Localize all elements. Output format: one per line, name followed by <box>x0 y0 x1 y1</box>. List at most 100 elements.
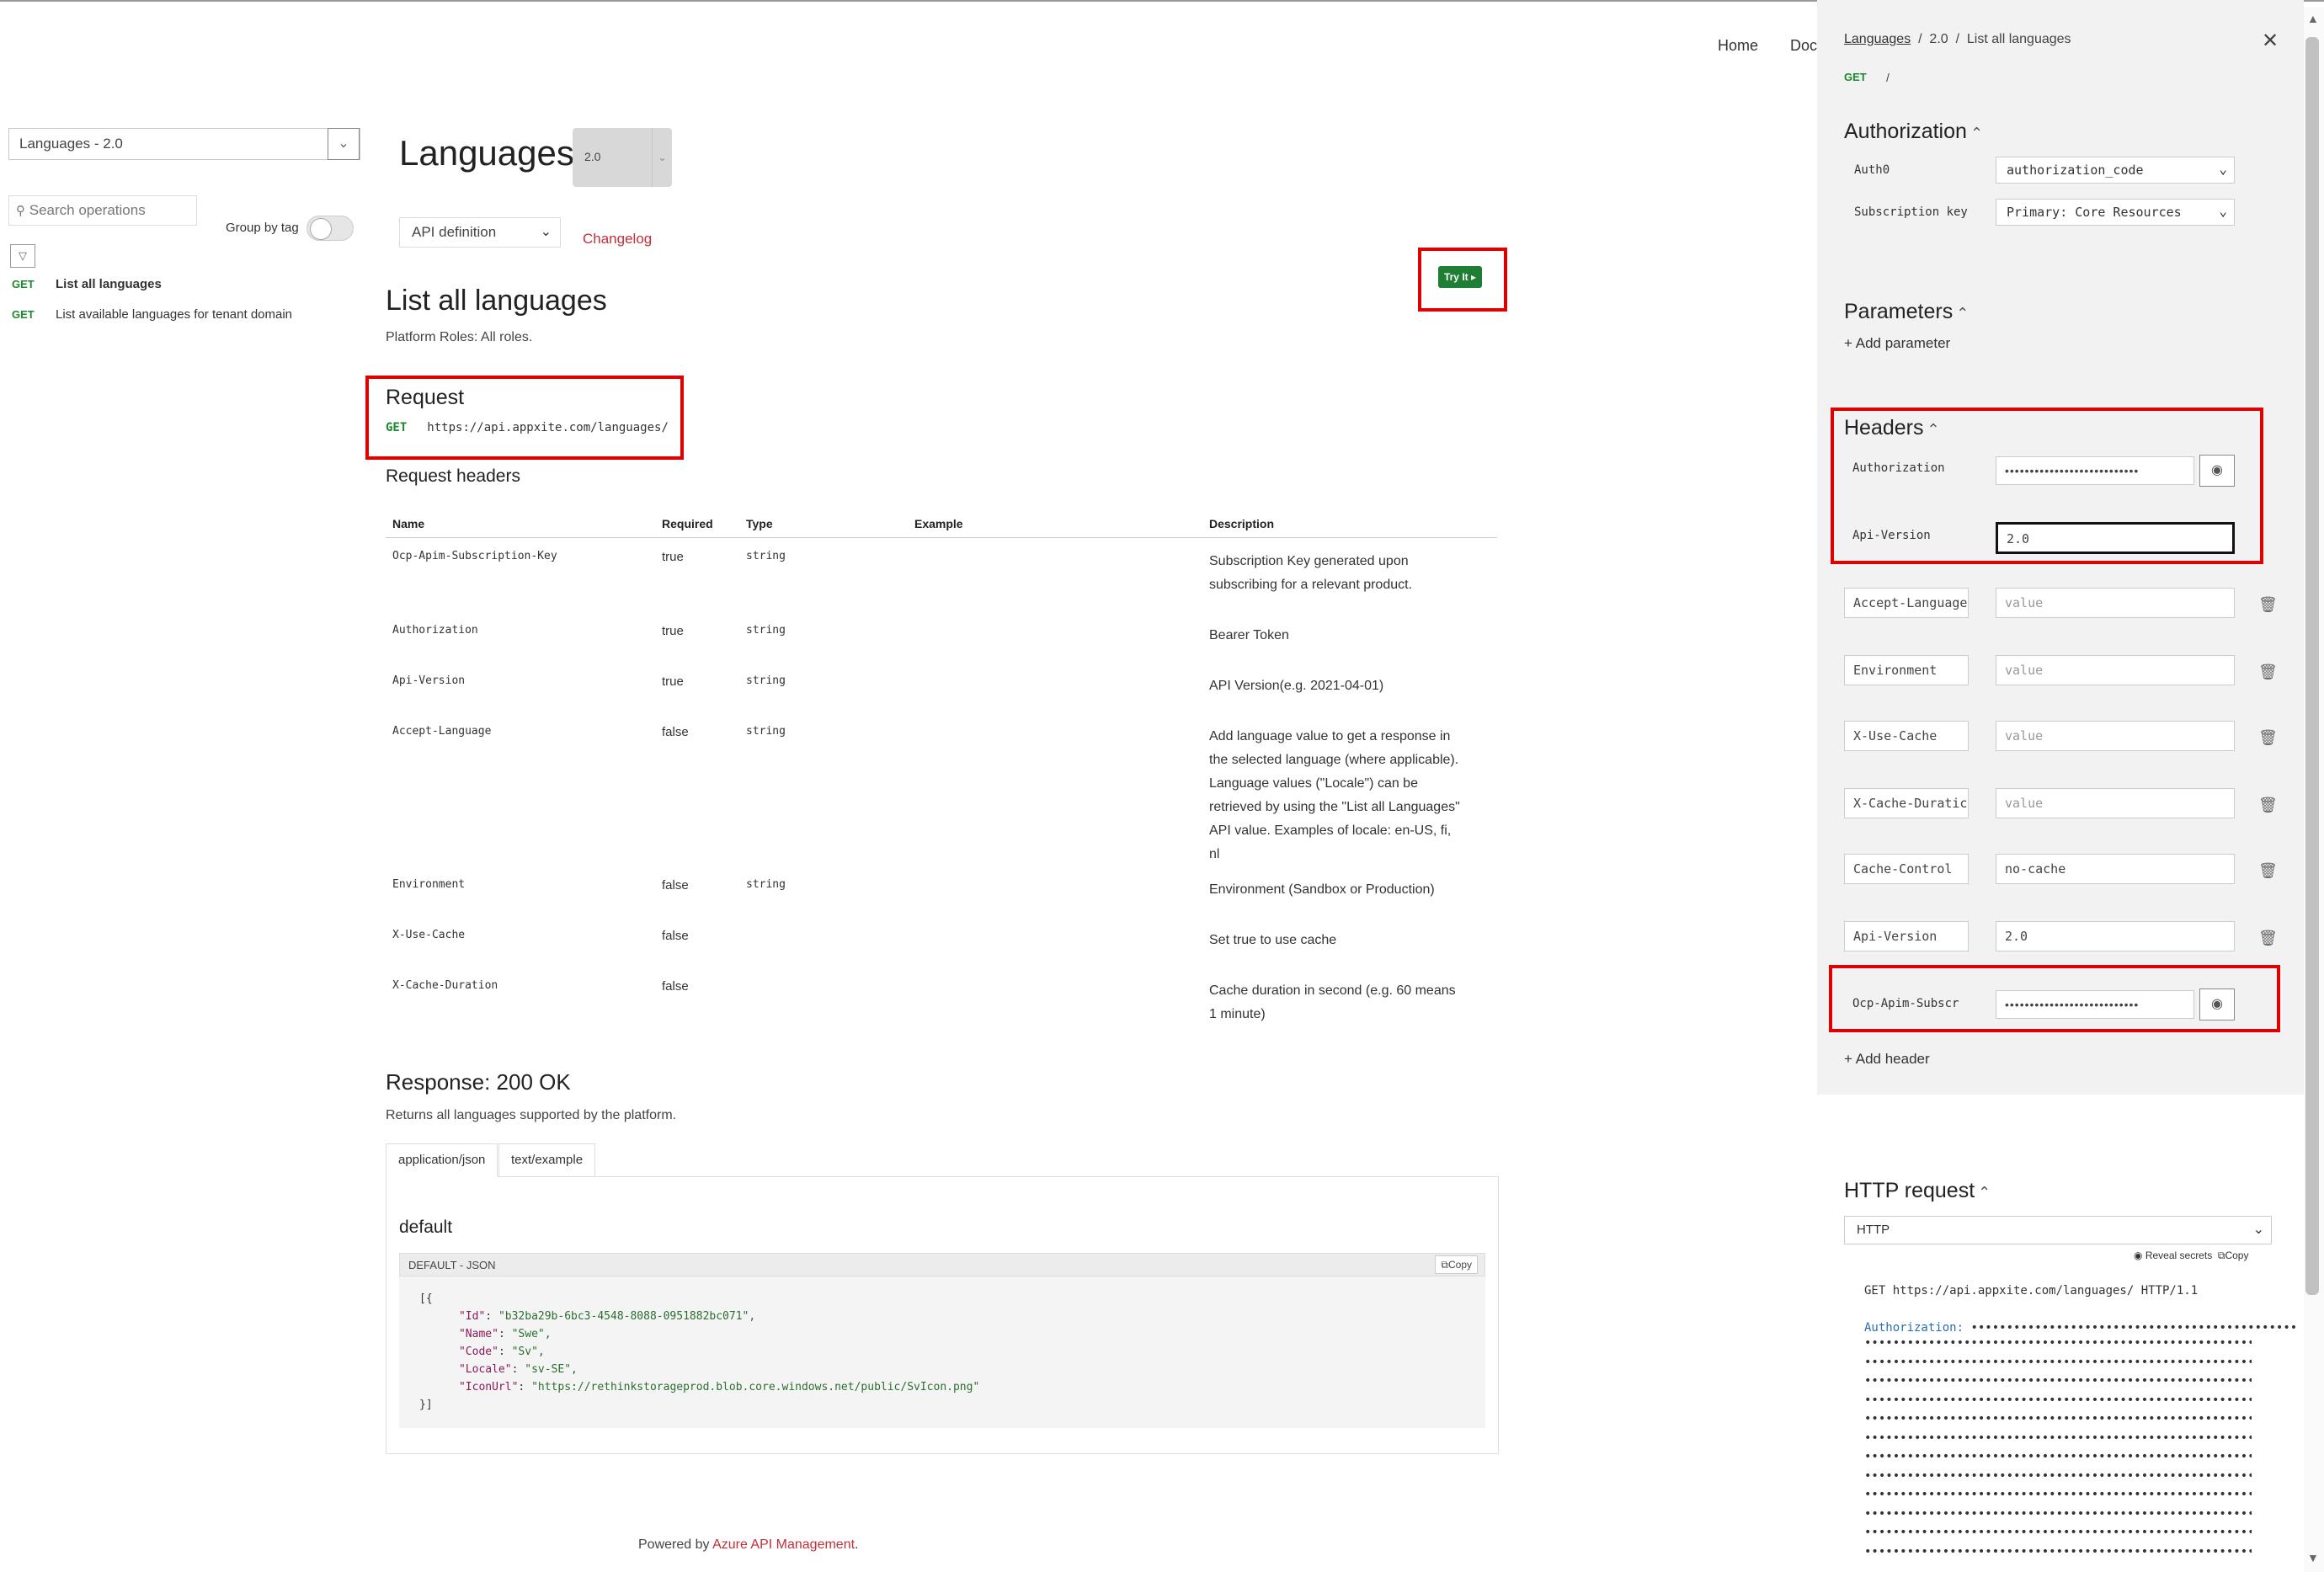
search-placeholder: Search operations <box>29 202 146 218</box>
http-request-line: GET https://api.appxite.com/languages/ H… <box>1864 1284 2199 1298</box>
headers-heading[interactable]: Headers ⌃ <box>1844 416 1940 440</box>
try-it-button[interactable]: Try It ▸ <box>1438 266 1482 288</box>
api-select[interactable]: Languages - 2.0 ⌄ <box>8 128 360 160</box>
http-format-select[interactable]: HTTP ⌄ <box>1844 1216 2272 1244</box>
breadcrumb-languages-link[interactable]: Languages <box>1844 32 1911 46</box>
changelog-link[interactable]: Changelog <box>583 231 652 248</box>
header-value-accept-language[interactable]: value <box>1996 588 2235 618</box>
trash-icon[interactable]: 🗑 <box>2258 729 2278 747</box>
http-request-heading[interactable]: HTTP request ⌃ <box>1844 1179 1991 1203</box>
panel-path: / <box>1886 71 1890 84</box>
azure-api-management-link[interactable]: Azure API Management <box>712 1537 855 1552</box>
scroll-down-icon[interactable]: ▼ <box>2307 1551 2319 1564</box>
header-value-x-use-cache[interactable]: value <box>1996 721 2235 751</box>
header-value-authorization[interactable]: ••••••••••••••••••••••••••• <box>1996 456 2194 485</box>
operation-title: List all languages <box>386 285 607 317</box>
operation-label: List all languages <box>56 277 162 291</box>
column-header: Example <box>908 512 1202 538</box>
api-select-value: Languages - 2.0 <box>19 136 123 152</box>
table-row: Api-Version true string API Version(e.g.… <box>386 663 1497 713</box>
masked-line: ••••••••••••••••••••••••••••••••••••••••… <box>1864 1374 2252 1388</box>
header-key-accept-language[interactable]: Accept-Language <box>1844 588 1969 618</box>
cell-type <box>739 917 908 967</box>
tab-application-json[interactable]: application/json <box>386 1143 498 1177</box>
search-icon: ⚲ <box>16 204 25 218</box>
tab-text-example[interactable]: text/example <box>498 1143 596 1177</box>
cell-required: false <box>662 978 689 994</box>
request-headers-table: Name Required Type Example Description O… <box>386 512 1497 1035</box>
cell-required: false <box>662 877 689 893</box>
request-verb: GET <box>386 421 408 434</box>
version-select[interactable]: 2.0 ⌄ <box>573 128 672 187</box>
subscription-key-label: Subscription key <box>1854 205 1968 219</box>
trash-icon[interactable]: 🗑 <box>2258 862 2278 880</box>
add-parameter-label: Add parameter <box>1855 335 1951 351</box>
header-value-ocp-apim-subscription[interactable]: ••••••••••••••••••••••••••• <box>1996 990 2194 1019</box>
operation-item-list-tenant-languages[interactable]: GET List available languages for tenant d… <box>12 307 292 322</box>
trash-icon[interactable]: 🗑 <box>2258 596 2278 614</box>
masked-line: ••••••••••••••••••••••••••••••••••••••••… <box>1864 1431 2252 1445</box>
header-value-cache-control[interactable]: no-cache <box>1996 854 2235 884</box>
cell-required: true <box>662 550 684 564</box>
chevron-down-icon: ⌄ <box>2252 1223 2264 1237</box>
add-parameter-button[interactable]: + Add parameter <box>1844 335 1950 352</box>
cell-type <box>739 967 908 1035</box>
copy-http-button[interactable]: ⧉Copy <box>2218 1250 2249 1261</box>
reveal-secrets-button[interactable]: ◉ Reveal secrets <box>2134 1250 2212 1261</box>
header-key-cache-control[interactable]: Cache-Control <box>1844 854 1969 884</box>
nav-docs[interactable]: Doc <box>1790 37 1817 54</box>
cell-name: X-Cache-Duration <box>392 978 498 992</box>
eye-icon[interactable]: ◉ <box>2199 455 2235 487</box>
powered-prefix: Powered by <box>638 1537 713 1552</box>
scroll-up-icon[interactable]: ▲ <box>2307 12 2319 25</box>
parameters-heading[interactable]: Parameters ⌃ <box>1844 300 1969 324</box>
operation-item-list-all-languages[interactable]: GET List all languages <box>12 277 162 291</box>
cell-name: Api-Version <box>392 674 466 687</box>
api-definition-select[interactable]: API definition ⌄ <box>399 217 561 248</box>
chevron-down-icon: ⌄ <box>540 225 552 239</box>
eye-icon[interactable]: ◉ <box>2199 988 2235 1020</box>
header-value-api-version[interactable]: 2.0 <box>1996 522 2235 554</box>
code-block-header: DEFAULT - JSON ⧉Copy <box>399 1253 1485 1276</box>
add-header-button[interactable]: + Add header <box>1844 1051 1930 1068</box>
cell-description: API Version(e.g. 2021-04-01) <box>1209 678 1384 693</box>
nav-home[interactable]: Home <box>1718 37 1758 54</box>
trash-icon[interactable]: 🗑 <box>2258 930 2278 947</box>
subscription-key-select[interactable]: Primary: Core Resources ⌄ <box>1996 199 2235 226</box>
copy-button[interactable]: ⧉Copy <box>1435 1255 1478 1274</box>
header-value-environment[interactable]: value <box>1996 655 2235 685</box>
table-row: X-Use-Cache false Set true to use cache <box>386 917 1497 967</box>
close-icon[interactable]: ✕ <box>2262 29 2279 53</box>
cell-name: Ocp-Apim-Subscription-Key <box>392 550 557 562</box>
header-key-x-cache-duration[interactable]: X-Cache-Duratic <box>1844 788 1969 818</box>
filter-icon[interactable]: ▽ <box>10 244 35 268</box>
http-request-code: GET https://api.appxite.com/languages/ H… <box>1864 1282 2297 1338</box>
scrollbar-thumb[interactable] <box>2305 37 2319 1295</box>
trash-icon[interactable]: 🗑 <box>2258 797 2278 814</box>
plus-icon: + <box>1844 335 1852 351</box>
header-value-api-version-2[interactable]: 2.0 <box>1996 921 2235 951</box>
authorization-heading[interactable]: Authorization ⌃ <box>1844 120 1983 144</box>
group-by-tag-toggle[interactable] <box>306 216 354 241</box>
header-key-api-version-2[interactable]: Api-Version <box>1844 921 1969 951</box>
chevron-down-icon[interactable]: ⌄ <box>328 128 360 160</box>
search-input[interactable]: ⚲ Search operations <box>8 195 197 226</box>
table-row: Environment false string Environment (Sa… <box>386 866 1497 917</box>
trash-icon[interactable]: 🗑 <box>2258 663 2278 681</box>
header-key-environment[interactable]: Environment <box>1844 655 1969 685</box>
chevron-down-icon[interactable]: ⌄ <box>652 128 672 187</box>
try-it-label: Try It <box>1443 271 1468 283</box>
cell-example <box>908 866 1202 917</box>
chevron-down-icon: ⌄ <box>2219 161 2227 177</box>
masked-line: ••••••••••••••••••••••••••••••••••••••••… <box>1864 1355 2252 1369</box>
masked-line: ••••••••••••••••••••••••••••••••••••••••… <box>1864 1412 2252 1425</box>
chevron-up-icon: ⌃ <box>1956 305 1970 322</box>
default-heading: default <box>399 1218 453 1237</box>
auth0-select-value: authorization_code <box>2007 163 2144 178</box>
code-key: "Code" <box>458 1346 498 1358</box>
header-key-x-use-cache[interactable]: X-Use-Cache <box>1844 721 1969 751</box>
header-value-x-cache-duration[interactable]: value <box>1996 788 2235 818</box>
breadcrumb-separator: / <box>1955 32 1960 46</box>
auth0-select[interactable]: authorization_code ⌄ <box>1996 157 2235 184</box>
masked-line: ••••••••••••••••••••••••••••••••••••••••… <box>1864 1544 2252 1559</box>
